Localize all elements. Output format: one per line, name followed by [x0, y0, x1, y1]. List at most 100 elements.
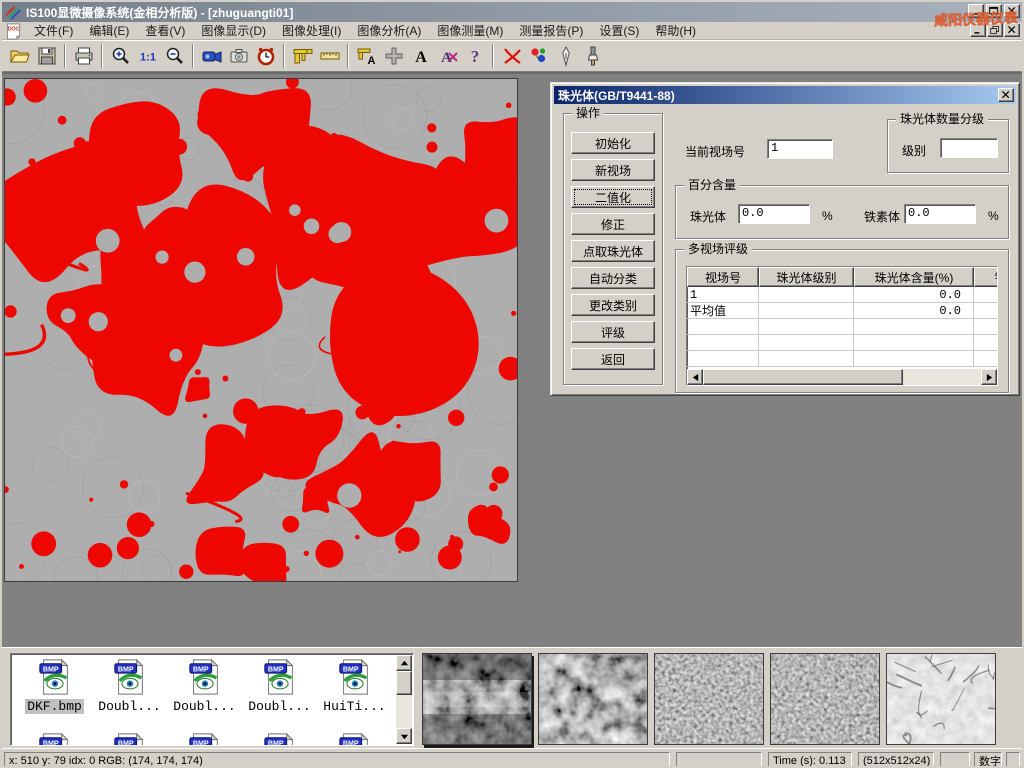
- file-item-row2-4[interactable]: BMP: [242, 732, 317, 746]
- file-item-HuiTi...[interactable]: BMPHuiTi...: [317, 658, 392, 714]
- save-icon[interactable]: [33, 42, 60, 69]
- table-cell: [854, 351, 974, 367]
- menu-item-5[interactable]: 图像处理(I): [274, 21, 349, 40]
- thumbnail-1[interactable]: [422, 653, 532, 745]
- file-scroll-up-button[interactable]: [396, 655, 412, 671]
- thumbnail-4[interactable]: [770, 653, 880, 745]
- file-scrollbar[interactable]: [396, 655, 412, 744]
- svg-text:BMP: BMP: [192, 665, 208, 673]
- op-button-7[interactable]: 更改类别: [571, 294, 655, 316]
- file-item-row2-1[interactable]: BMP: [17, 732, 92, 746]
- op-button-3[interactable]: 二值化: [571, 186, 655, 208]
- table-row-1[interactable]: 10.0: [687, 287, 997, 303]
- table-cell: [687, 351, 759, 367]
- file-item-row2-3[interactable]: BMP: [167, 732, 242, 746]
- file-name[interactable]: DKF.bmp: [25, 699, 84, 714]
- file-name[interactable]: Doubl...: [171, 699, 237, 714]
- ferrite-percent-input[interactable]: 0.0: [904, 204, 976, 224]
- file-item-Doubl...[interactable]: BMPDoubl...: [92, 658, 167, 714]
- file-name[interactable]: HuiTi...: [321, 699, 387, 714]
- menu-item-1[interactable]: 文件(F): [26, 21, 81, 40]
- title-bar[interactable]: IS100显微摄像系统(金相分析版) - [zhuguangti01]: [2, 2, 1022, 22]
- toolbar: 1:1AAA?: [2, 40, 1022, 72]
- menu-item-10[interactable]: 帮助(H): [647, 21, 704, 40]
- color-dots-icon[interactable]: [525, 42, 552, 69]
- table-cell: [974, 303, 998, 319]
- actual-size-icon[interactable]: 1:1: [134, 42, 161, 69]
- file-scroll-thumb[interactable]: [396, 671, 412, 695]
- file-item-Doubl...[interactable]: BMP Doubl...: [167, 658, 242, 714]
- file-name[interactable]: Doubl...: [246, 699, 312, 714]
- document-icon[interactable]: DOC: [4, 23, 24, 39]
- status-time: Time (s): 0.113: [768, 752, 852, 768]
- thumbnail-2[interactable]: [538, 653, 648, 745]
- video-camera-icon[interactable]: [198, 42, 225, 69]
- specimen-image[interactable]: [4, 78, 518, 582]
- text-a-icon[interactable]: A: [407, 42, 434, 69]
- caliper-icon[interactable]: [289, 42, 316, 69]
- table-header-1[interactable]: 视场号: [687, 267, 759, 287]
- scroll-left-button[interactable]: [687, 369, 703, 385]
- svg-text:A: A: [415, 49, 427, 66]
- op-button-6[interactable]: 自动分类: [571, 267, 655, 289]
- grid-cross-icon[interactable]: [380, 42, 407, 69]
- current-field-input[interactable]: 1: [767, 139, 833, 159]
- table-row-2[interactable]: 平均值0.0: [687, 303, 997, 319]
- table-row-4[interactable]: [687, 335, 997, 351]
- curve-tool-icon[interactable]: [498, 42, 525, 69]
- file-item-DKF.bmp[interactable]: BMPDKF.bmp: [17, 658, 92, 714]
- file-item-Doubl...[interactable]: BMPDoubl...: [242, 658, 317, 714]
- table-row-5[interactable]: [687, 351, 997, 367]
- rating-table[interactable]: 视场号珠光体级别珠光体含量(%)铁素体含量(%) 10.0平均值0.0: [686, 266, 998, 386]
- file-name[interactable]: Doubl...: [96, 699, 162, 714]
- op-button-9[interactable]: 返回: [571, 348, 655, 370]
- clock-icon[interactable]: [252, 42, 279, 69]
- toolbar-separator: [347, 44, 349, 68]
- file-item-row2-5[interactable]: BMP: [317, 732, 392, 746]
- dialog-title-bar[interactable]: 珠光体(GB/T9441-88): [554, 86, 1016, 104]
- print-icon[interactable]: [70, 42, 97, 69]
- table-header-3[interactable]: 珠光体含量(%): [854, 267, 974, 287]
- open-icon[interactable]: [6, 42, 33, 69]
- menu-item-2[interactable]: 编辑(E): [81, 21, 137, 40]
- current-field-label: 当前视场号: [685, 143, 745, 160]
- svg-text:DOC: DOC: [8, 26, 20, 32]
- level-input[interactable]: [940, 138, 998, 158]
- menu-item-6[interactable]: 图像分析(A): [349, 21, 429, 40]
- file-scroll-down-button[interactable]: [396, 728, 412, 744]
- svg-text:A: A: [441, 50, 452, 66]
- table-horizontal-scrollbar[interactable]: [687, 369, 997, 385]
- camera-icon[interactable]: [225, 42, 252, 69]
- zoom-out-icon[interactable]: [161, 42, 188, 69]
- dialog-close-button[interactable]: [998, 88, 1014, 102]
- pearlite-percent-input[interactable]: 0.0: [738, 204, 810, 224]
- text-a-strike-icon[interactable]: A: [434, 42, 461, 69]
- op-button-4[interactable]: 修正: [571, 213, 655, 235]
- measure-text-icon[interactable]: A: [353, 42, 380, 69]
- table-header-4[interactable]: 铁素体含量(%): [974, 267, 998, 287]
- table-header-2[interactable]: 珠光体级别: [759, 267, 854, 287]
- op-button-2[interactable]: 新视场: [571, 159, 655, 181]
- op-button-1[interactable]: 初始化: [571, 132, 655, 154]
- menu-item-7[interactable]: 图像测量(M): [429, 21, 511, 40]
- menu-item-3[interactable]: 查看(V): [137, 21, 193, 40]
- table-cell: 0.0: [854, 303, 974, 319]
- table-row-3[interactable]: [687, 319, 997, 335]
- help-icon[interactable]: ?: [461, 42, 488, 69]
- brush-tool-icon[interactable]: [579, 42, 606, 69]
- scroll-thumb[interactable]: [703, 369, 903, 385]
- file-item-row2-2[interactable]: BMP: [92, 732, 167, 746]
- file-browser[interactable]: BMPDKF.bmpBMPDoubl...BMPDoubl...BMPDoubl…: [10, 653, 414, 746]
- menu-item-9[interactable]: 设置(S): [591, 21, 647, 40]
- thumbnail-3[interactable]: [654, 653, 764, 745]
- scroll-right-button[interactable]: [981, 369, 997, 385]
- zoom-in-icon[interactable]: [107, 42, 134, 69]
- svg-text:BMP: BMP: [342, 739, 358, 746]
- ruler-icon[interactable]: [316, 42, 343, 69]
- thumbnail-5[interactable]: [886, 653, 996, 745]
- op-button-5[interactable]: 点取珠光体: [571, 240, 655, 262]
- menu-item-8[interactable]: 测量报告(P): [511, 21, 591, 40]
- op-button-8[interactable]: 评级: [571, 321, 655, 343]
- menu-item-4[interactable]: 图像显示(D): [193, 21, 274, 40]
- pin-tool-icon[interactable]: [552, 42, 579, 69]
